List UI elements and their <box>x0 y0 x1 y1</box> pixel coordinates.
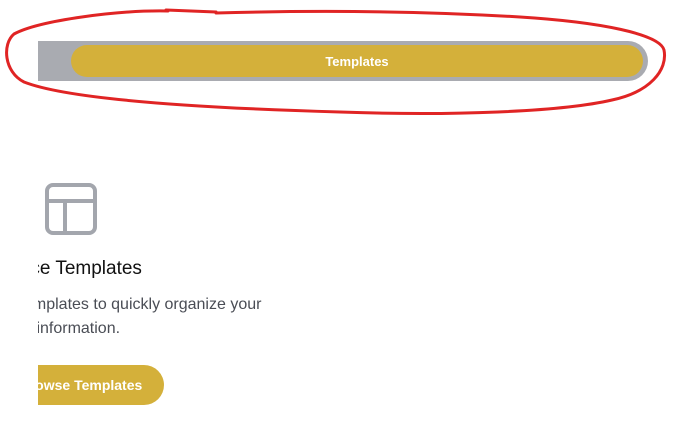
card-description-line: emplates to quickly organize your <box>38 296 262 313</box>
page: Templates rce Templates emplates to quic… <box>0 0 673 439</box>
tab-templates-label: Templates <box>325 53 389 69</box>
template-layout-icon <box>43 181 99 237</box>
browse-templates-label: rowse Templates <box>38 377 143 393</box>
card-description-line: y information. <box>38 320 121 337</box>
card-title: rce Templates <box>38 258 142 279</box>
tab-templates[interactable]: Templates <box>71 45 643 77</box>
card-description: emplates to quickly organize your y info… <box>38 293 338 341</box>
browse-templates-button[interactable]: rowse Templates <box>38 365 164 405</box>
templates-card: rce Templates emplates to quickly organi… <box>38 150 338 420</box>
